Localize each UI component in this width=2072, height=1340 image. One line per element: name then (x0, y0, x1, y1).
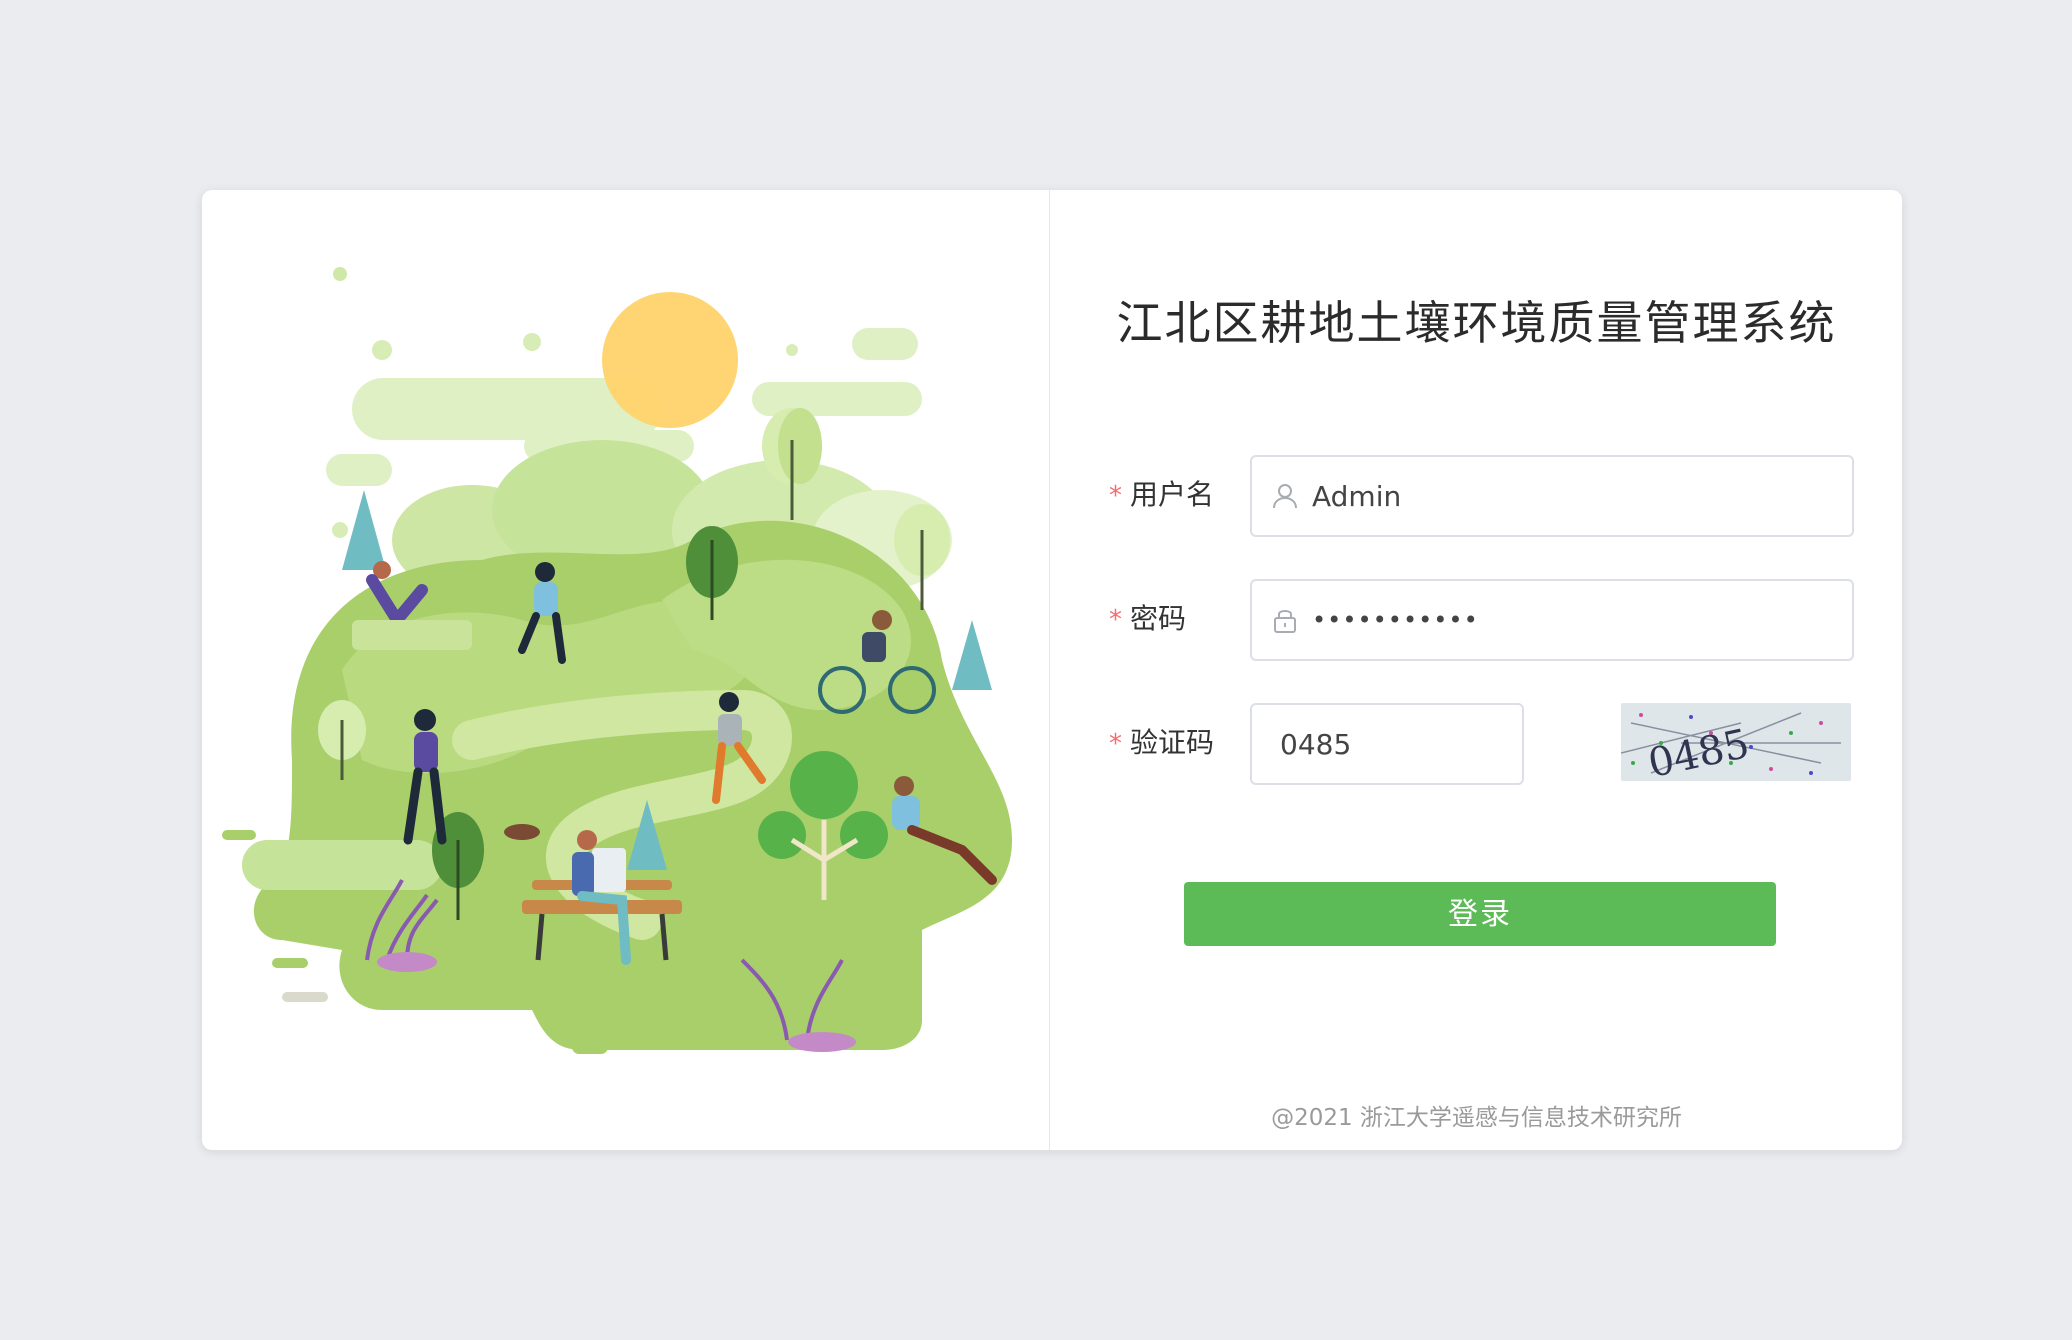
system-title: 江北区耕地土壤环境质量管理系统 (1116, 296, 1837, 350)
password-field[interactable] (1250, 579, 1854, 661)
captcha-image[interactable]: 0485 (1621, 703, 1851, 781)
password-row: * 密码 (1051, 579, 1902, 661)
username-field[interactable] (1250, 455, 1854, 537)
captcha-label: * 验证码 (1109, 703, 1214, 783)
login-card: 江北区耕地土壤环境质量管理系统 * 用户名 * 密码 (202, 190, 1902, 1150)
lock-icon (1274, 610, 1296, 633)
username-row: * 用户名 (1051, 455, 1902, 537)
copyright-footer: @2021 浙江大学遥感与信息技术研究所 (1271, 1105, 1682, 1131)
illustration-panel (202, 190, 1050, 1150)
login-button[interactable]: 登录 (1184, 882, 1776, 946)
username-label: * 用户名 (1109, 455, 1214, 535)
login-panel: 江北区耕地土壤环境质量管理系统 * 用户名 * 密码 (1051, 190, 1902, 1150)
captcha-field[interactable] (1250, 703, 1524, 785)
password-label: * 密码 (1109, 579, 1186, 659)
password-label-text: 密码 (1130, 602, 1187, 635)
captcha-row: * 验证码 0485 (1051, 703, 1902, 785)
captcha-label-text: 验证码 (1130, 726, 1215, 759)
captcha-graphic: 0485 (1621, 703, 1851, 781)
captcha-input[interactable] (1280, 705, 1510, 783)
required-mark: * (1109, 481, 1122, 511)
password-input[interactable] (1312, 581, 1832, 659)
park-illustration (222, 240, 1032, 1070)
username-label-text: 用户名 (1130, 478, 1215, 511)
required-mark: * (1109, 729, 1122, 759)
username-input[interactable] (1312, 457, 1832, 535)
user-icon (1273, 484, 1297, 509)
required-mark: * (1109, 605, 1122, 635)
